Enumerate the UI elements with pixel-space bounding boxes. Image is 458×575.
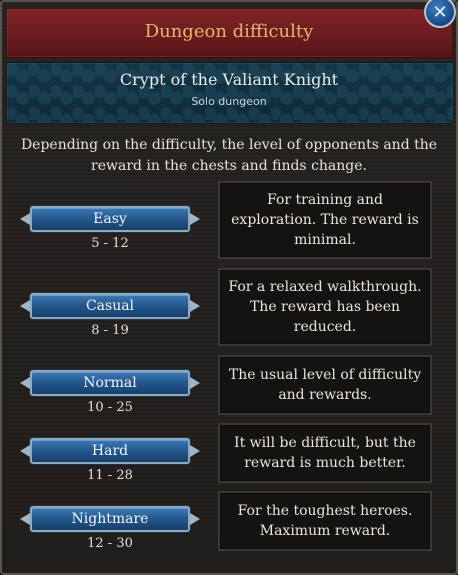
difficulty-info-nightmare: For the toughest heroes. Maximum reward.: [218, 491, 432, 551]
hard-button[interactable]: Hard: [30, 438, 190, 464]
difficulty-info-normal: The usual level of difficulty and reward…: [218, 355, 432, 415]
difficulty-row-nightmare: Nightmare 12 - 30: [30, 506, 200, 554]
difficulty-info-casual: For a relaxed walkthrough. The reward ha…: [218, 268, 432, 346]
difficulty-row-casual: Casual 8 - 19: [30, 293, 200, 341]
dungeon-name: Crypt of the Valiant Knight: [119, 70, 339, 89]
level-range: 12 - 30: [87, 536, 133, 551]
difficulty-row-hard: Hard 11 - 28: [30, 438, 200, 486]
difficulty-row-normal: Normal 10 - 25: [30, 370, 200, 418]
level-range: 10 - 25: [87, 400, 133, 415]
level-range: 5 - 12: [91, 236, 129, 251]
difficulty-info-text: The usual level of difficulty and reward…: [228, 367, 422, 403]
difficulty-description: Depending on the difficulty, the level o…: [20, 137, 438, 174]
close-icon: ✕: [432, 1, 448, 23]
nightmare-button[interactable]: Nightmare: [30, 506, 190, 532]
level-range: 8 - 19: [91, 323, 129, 338]
easy-button[interactable]: Easy: [30, 206, 190, 232]
difficulty-row-easy: Easy 5 - 12: [30, 206, 200, 254]
difficulty-info-hard: It will be difficult, but the reward is …: [218, 423, 432, 483]
level-range: 11 - 28: [87, 468, 133, 483]
window-title: Dungeon difficulty: [144, 21, 314, 42]
difficulty-info-text: For the toughest heroes. Maximum reward.: [237, 503, 413, 539]
dungeon-type: Solo dungeon: [191, 95, 267, 108]
difficulty-info-text: For a relaxed walkthrough. The reward ha…: [228, 279, 422, 335]
difficulty-info-text: It will be difficult, but the reward is …: [234, 435, 416, 471]
normal-button[interactable]: Normal: [30, 370, 190, 396]
difficulty-info-easy: For training and exploration. The reward…: [218, 181, 432, 259]
casual-button[interactable]: Casual: [30, 293, 190, 319]
difficulty-info-text: For training and exploration. The reward…: [231, 192, 419, 248]
